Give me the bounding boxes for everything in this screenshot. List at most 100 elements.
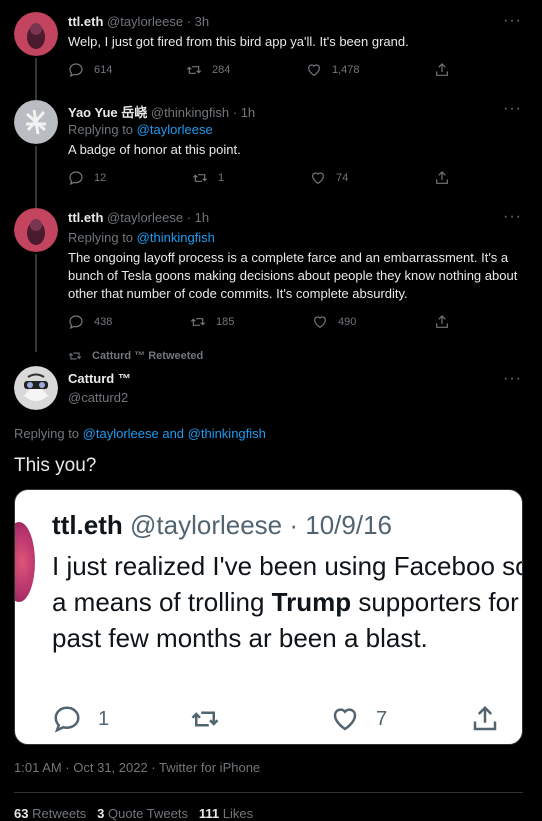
retweet-count: 284 bbox=[212, 64, 231, 76]
retweet-icon bbox=[68, 352, 82, 360]
display-name[interactable]: Catturd ™ bbox=[68, 371, 131, 386]
heart-icon bbox=[312, 172, 324, 185]
reply-icon bbox=[69, 63, 83, 78]
like-button[interactable]: 74 bbox=[310, 170, 348, 186]
replying-to-link[interactable]: @taylorleese and @thinkingfish bbox=[83, 426, 266, 441]
main-tweet-handle[interactable]: @catturd2 bbox=[68, 390, 128, 405]
tweet-header: ttl.eth @taylorleese · 3h bbox=[68, 14, 209, 29]
more-options-icon[interactable]: ··· bbox=[503, 209, 522, 225]
retweet-button[interactable]: 284 bbox=[186, 62, 230, 78]
embedded-display-name: ttl.eth bbox=[52, 510, 123, 540]
tweet-header: Yao Yue 岳峣 @thinkingfish · 1h bbox=[68, 102, 255, 121]
tweet-actions: 438 185 490 bbox=[68, 314, 458, 334]
avatar-catturd[interactable] bbox=[14, 366, 58, 410]
tweet-header: ttl.eth @taylorleese · 1h bbox=[68, 210, 209, 225]
main-tweet-text: This you? bbox=[14, 455, 97, 476]
main-tweet-author: Catturd ™ bbox=[68, 371, 131, 386]
embedded-like-count: 7 bbox=[376, 707, 388, 730]
more-options-icon[interactable]: ··· bbox=[503, 371, 522, 387]
tweet-actions: 12 1 74 bbox=[68, 170, 458, 190]
embedded-tweet-header: ttl.eth @taylorleese · 10/9/16 bbox=[52, 510, 392, 541]
retweet-icon bbox=[186, 66, 202, 74]
share-icon bbox=[436, 171, 448, 184]
reply-button[interactable]: 12 bbox=[68, 170, 106, 186]
share-icon bbox=[473, 705, 497, 731]
tweet-text: A badge of honor at this point. bbox=[68, 142, 241, 157]
embedded-reply: 1 bbox=[52, 704, 109, 734]
embedded-handle: @taylorleese bbox=[130, 510, 283, 540]
handle[interactable]: @taylorleese bbox=[107, 210, 183, 225]
reply-icon bbox=[69, 171, 83, 186]
heart-icon bbox=[314, 316, 326, 329]
replying-to-link[interactable]: @thinkingfish bbox=[137, 230, 215, 245]
replying-to: Replying to @taylorleese and @thinkingfi… bbox=[14, 426, 266, 441]
tweet-text: Welp, I just got fired from this bird ap… bbox=[68, 34, 409, 49]
retweet-count: 1 bbox=[218, 172, 225, 184]
like-count: 74 bbox=[336, 172, 349, 184]
display-name[interactable]: ttl.eth bbox=[68, 14, 103, 29]
timestamp[interactable]: · 3h bbox=[187, 14, 209, 29]
share-button[interactable] bbox=[434, 170, 460, 186]
reply-button[interactable]: 614 bbox=[68, 62, 112, 78]
display-name[interactable]: ttl.eth bbox=[68, 210, 103, 225]
share-icon bbox=[436, 315, 448, 328]
avatar-taylorleese[interactable] bbox=[14, 12, 58, 56]
replying-to: Replying to @taylorleese bbox=[68, 122, 213, 137]
reply-count: 438 bbox=[94, 316, 113, 328]
tweet-2[interactable]: Yao Yue 岳峣 @thinkingfish · 1h ··· Replyi… bbox=[0, 100, 542, 208]
tweet-1[interactable]: ttl.eth @taylorleese · 3h ··· Welp, I ju… bbox=[0, 0, 542, 100]
retweet-count: 185 bbox=[216, 316, 235, 328]
tweet-3[interactable]: ttl.eth @taylorleese · 1h ··· Replying t… bbox=[0, 208, 542, 352]
avatar-fragment bbox=[15, 522, 35, 602]
embedded-tweet-actions: 1 7 bbox=[52, 704, 512, 734]
tweet-text: The ongoing layoff process is a complete… bbox=[68, 250, 518, 301]
thread-line bbox=[35, 254, 37, 352]
share-button[interactable] bbox=[434, 62, 460, 78]
embedded-like: 7 bbox=[330, 704, 387, 734]
share-icon bbox=[436, 63, 448, 76]
handle[interactable]: @thinkingfish bbox=[151, 105, 229, 120]
replying-to-link[interactable]: @taylorleese bbox=[137, 122, 213, 137]
heart-icon bbox=[333, 708, 357, 731]
retweet-icon bbox=[192, 174, 208, 182]
timestamp[interactable]: · 1h bbox=[187, 210, 209, 225]
divider bbox=[14, 792, 523, 793]
share-button[interactable] bbox=[434, 314, 460, 330]
retweet-icon bbox=[191, 711, 219, 727]
avatar-thinkingfish[interactable] bbox=[14, 100, 58, 144]
replying-to-label: Replying to bbox=[68, 230, 134, 245]
replying-to-label: Replying to bbox=[14, 426, 80, 441]
like-button[interactable]: 1,478 bbox=[306, 62, 360, 78]
more-options-icon[interactable]: ··· bbox=[503, 101, 522, 117]
embedded-share bbox=[470, 704, 516, 734]
tweet-timestamp[interactable]: 1:01 AM · Oct 31, 2022 · Twitter for iPh… bbox=[14, 760, 260, 775]
retweet-icon bbox=[190, 318, 206, 326]
handle[interactable]: @taylorleese bbox=[107, 14, 183, 29]
display-name[interactable]: Yao Yue 岳峣 bbox=[68, 105, 147, 120]
embedded-retweet bbox=[190, 704, 236, 734]
embedded-text-bold: Trump bbox=[271, 587, 352, 617]
thread-line bbox=[35, 146, 37, 208]
retweet-button[interactable]: 185 bbox=[190, 314, 234, 330]
like-button[interactable]: 490 bbox=[312, 314, 356, 330]
retweeted-by-label: Catturd ™ Retweeted bbox=[92, 350, 204, 362]
embedded-date: · 10/9/16 bbox=[289, 510, 393, 540]
retweeted-by[interactable]: Catturd ™ Retweeted bbox=[68, 349, 203, 363]
reply-count: 614 bbox=[94, 64, 113, 76]
embedded-tweet-image[interactable]: ttl.eth @taylorleese · 10/9/16 I just re… bbox=[14, 489, 523, 745]
thread-line bbox=[35, 58, 37, 100]
replying-to-label: Replying to bbox=[68, 122, 134, 137]
reply-icon bbox=[69, 315, 83, 330]
tweet-actions: 614 284 1,478 bbox=[68, 62, 458, 82]
more-options-icon[interactable]: ··· bbox=[503, 13, 522, 29]
like-count: 490 bbox=[338, 316, 357, 328]
retweet-button[interactable]: 1 bbox=[192, 170, 224, 186]
timestamp[interactable]: · 1h bbox=[233, 105, 255, 120]
embedded-reply-count: 1 bbox=[98, 707, 110, 730]
like-count: 1,478 bbox=[332, 64, 360, 76]
avatar-taylorleese[interactable] bbox=[14, 208, 58, 252]
replying-to: Replying to @thinkingfish bbox=[68, 230, 215, 245]
reply-icon bbox=[54, 706, 80, 733]
embedded-tweet-text: I just realized I've been using Faceboo … bbox=[52, 548, 522, 656]
reply-button[interactable]: 438 bbox=[68, 314, 112, 330]
